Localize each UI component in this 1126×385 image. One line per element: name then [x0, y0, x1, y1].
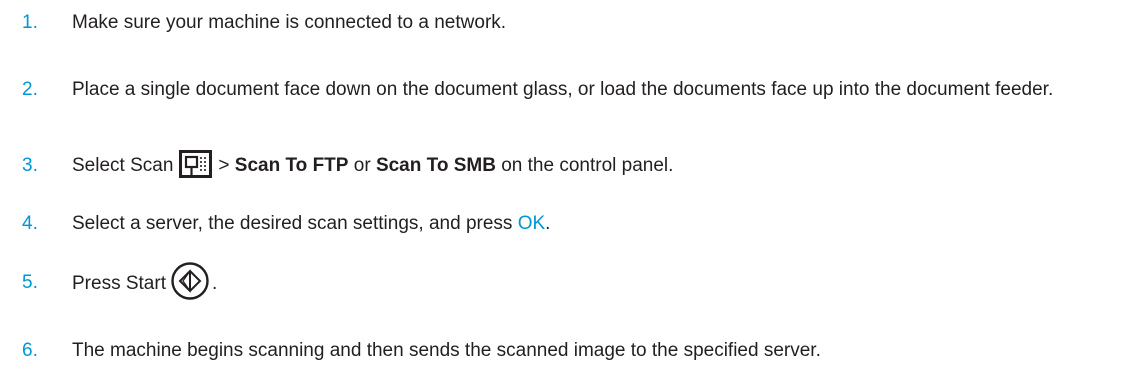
or-text: or: [353, 155, 371, 176]
step-number: 4.: [22, 213, 38, 234]
scan-to-smb-option: Scan To SMB: [375, 155, 496, 176]
instruction-steps: 1. Make sure your machine is connected t…: [0, 0, 1126, 385]
step-text: Select Scan > Scan To FTP or Scan To SMB…: [72, 149, 1112, 181]
scan-icon: [179, 149, 213, 178]
control-panel-text: on the control panel.: [501, 155, 674, 176]
period: .: [211, 273, 218, 295]
step-text: Press Start .: [72, 262, 1112, 301]
select-server-text: Select a server, the desired scan settin…: [72, 213, 513, 234]
step-text: Place a single document face down on the…: [72, 79, 1054, 100]
step-number: 2.: [22, 79, 38, 100]
period: .: [545, 213, 551, 234]
step-text-select-scan: Select Scan: [72, 155, 174, 176]
press-start-text: Press Start: [72, 273, 166, 295]
ok-button-label: OK: [517, 213, 546, 234]
separator: >: [218, 155, 230, 176]
step-number: 3.: [22, 155, 38, 176]
start-icon: [170, 261, 210, 301]
step-text: Select a server, the desired scan settin…: [72, 208, 1112, 239]
step-number: 6.: [22, 340, 38, 361]
step-text: Make sure your machine is connected to a…: [72, 12, 507, 33]
scan-to-ftp-option: Scan To FTP: [234, 155, 349, 176]
step-number: 1.: [22, 12, 38, 33]
step-text: The machine begins scanning and then sen…: [72, 340, 821, 361]
step-number: 5.: [22, 272, 38, 293]
